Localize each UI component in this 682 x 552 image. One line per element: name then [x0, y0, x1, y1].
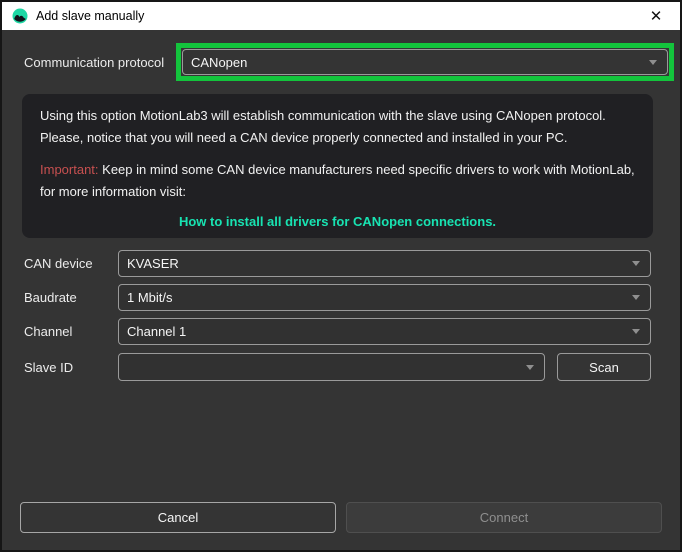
important-label: Important:	[40, 162, 99, 177]
baudrate-value: 1 Mbit/s	[127, 290, 632, 305]
info-panel: Using this option MotionLab3 will establ…	[22, 94, 653, 238]
chevron-down-icon	[526, 365, 534, 370]
scan-button[interactable]: Scan	[557, 353, 651, 381]
cancel-button[interactable]: Cancel	[20, 502, 336, 533]
window-title: Add slave manually	[36, 9, 144, 23]
chevron-down-icon	[649, 60, 657, 65]
close-icon[interactable]: ✕	[642, 2, 670, 30]
can-device-value: KVASER	[127, 256, 632, 271]
titlebar: Add slave manually ✕	[2, 2, 680, 30]
protocol-highlight-box: CANopen	[176, 43, 674, 81]
channel-value: Channel 1	[127, 324, 632, 339]
info-paragraph: Using this option MotionLab3 will establ…	[40, 105, 635, 149]
chevron-down-icon	[632, 295, 640, 300]
slave-id-label: Slave ID	[24, 353, 73, 381]
communication-protocol-dropdown[interactable]: CANopen	[182, 49, 668, 75]
connect-button[interactable]: Connect	[346, 502, 662, 533]
can-device-label: CAN device	[24, 250, 93, 277]
baudrate-label: Baudrate	[24, 284, 77, 311]
add-slave-dialog: Add slave manually ✕ Communication proto…	[0, 0, 682, 552]
communication-protocol-value: CANopen	[191, 55, 649, 70]
communication-protocol-label: Communication protocol	[24, 43, 164, 81]
important-paragraph: Important: Keep in mind some CAN device …	[40, 159, 635, 203]
driver-install-link[interactable]: How to install all drivers for CANopen c…	[40, 211, 635, 233]
important-text: Keep in mind some CAN device manufacture…	[40, 162, 635, 199]
baudrate-dropdown[interactable]: 1 Mbit/s	[118, 284, 651, 311]
channel-label: Channel	[24, 318, 72, 345]
motionlab-logo-icon	[12, 8, 28, 24]
slave-id-dropdown[interactable]	[118, 353, 545, 381]
chevron-down-icon	[632, 329, 640, 334]
chevron-down-icon	[632, 261, 640, 266]
channel-dropdown[interactable]: Channel 1	[118, 318, 651, 345]
can-device-dropdown[interactable]: KVASER	[118, 250, 651, 277]
